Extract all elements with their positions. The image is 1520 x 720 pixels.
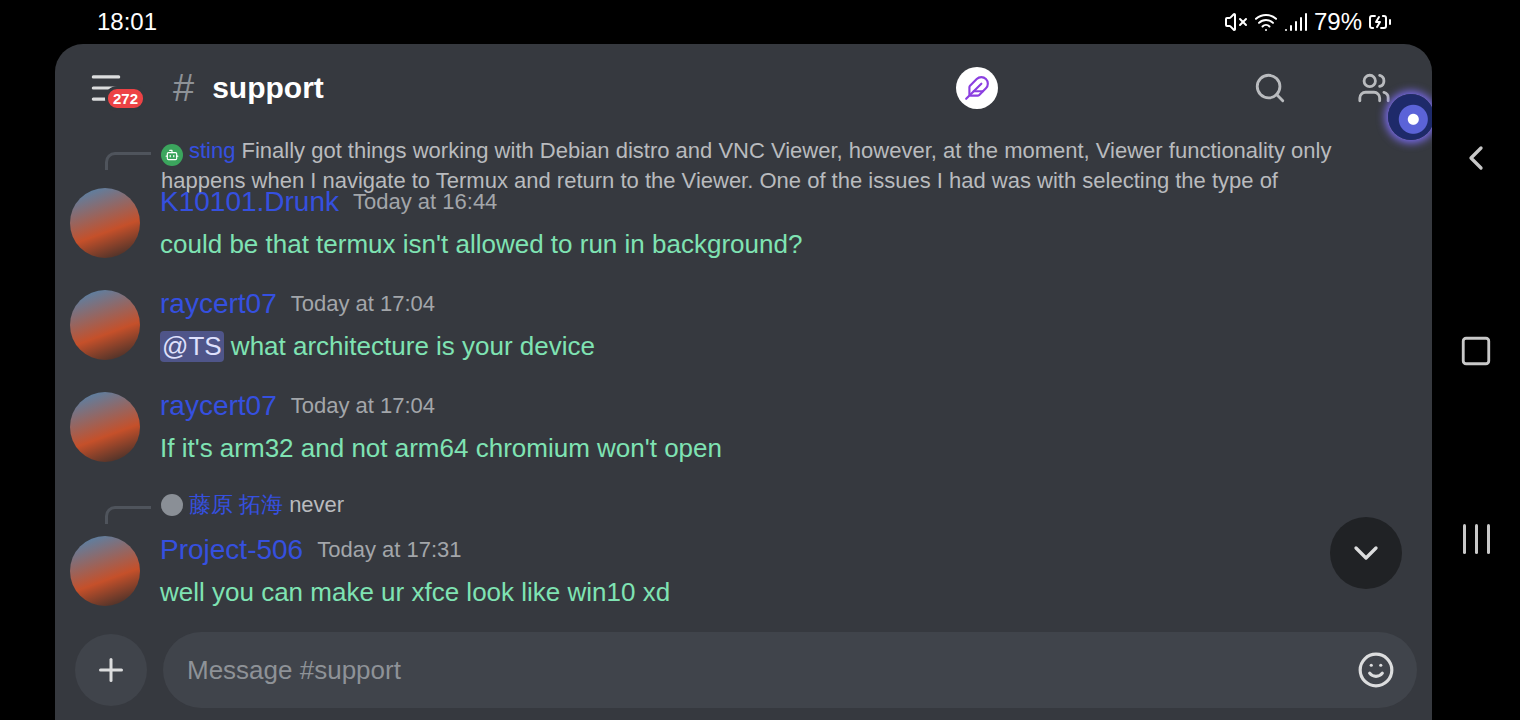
phone-screen: 18:01 79% 272 # support stingFinally got thin… [0,0,1520,720]
recents-icon[interactable] [1463,524,1490,554]
message: raycert07 Today at 17:04 @TS what architec… [55,282,1432,384]
navigation-bar [1432,0,1520,720]
message-text: could be that termux isn't allowed to ru… [160,224,802,264]
author-name[interactable]: Project-506 [160,534,303,566]
menu-button[interactable]: 272 [87,68,127,108]
feather-button[interactable] [956,67,998,109]
reply-author: sting [189,138,235,163]
channel-name: support [212,71,324,105]
reply-avatar [161,144,183,166]
reply-preview[interactable]: 藤原 拓海never [55,486,1432,528]
attach-button[interactable] [75,634,147,706]
user-avatar[interactable] [70,188,140,258]
message-field [163,632,1417,708]
text-run: If it's arm32 and not arm64 chromium won… [160,433,722,464]
floating-bubble[interactable] [1388,94,1432,140]
feather-icon [964,75,990,101]
reply-text: never [289,492,344,517]
message: K10101.Drunk Today at 16:44 could be that … [55,180,1432,282]
author-name[interactable]: raycert07 [160,288,277,320]
signal-icon [1284,10,1308,34]
message-input[interactable] [185,654,1357,687]
home-icon[interactable] [1459,334,1493,368]
scroll-down-button[interactable] [1330,517,1402,589]
reply-connector [105,506,151,524]
channel-header: 272 # support [55,44,1432,132]
chevron-down-icon [1346,533,1386,573]
reply-body: 藤原 拓海never [161,486,344,520]
search-button[interactable] [1242,71,1298,105]
emoji-icon[interactable] [1357,651,1395,689]
timestamp: Today at 16:44 [353,189,497,215]
recents-bar [1463,524,1466,554]
recents-bar [1475,524,1478,554]
message-meta: Project-506 Today at 17:31 [160,528,670,572]
text-run: could be that termux isn't allowed to ru… [160,229,802,260]
status-bar: 18:01 79% [0,0,1432,44]
message-body: raycert07 Today at 17:04 If it's arm32 and… [160,384,722,468]
plus-icon [93,652,129,688]
message-body: K10101.Drunk Today at 16:44 could be that … [160,180,802,264]
battery-level: 79% [1314,8,1362,36]
message: Project-506 Today at 17:31 well you can ma… [55,528,1432,630]
reply-author: 藤原 拓海 [189,492,283,517]
recents-bar [1487,524,1490,554]
back-icon[interactable] [1456,138,1496,178]
reply-preview[interactable]: stingFinally got things working with Deb… [55,132,1432,180]
battery-icon [1368,10,1392,34]
message-meta: raycert07 Today at 17:04 [160,384,722,428]
chat-panel: 272 # support stingFinally got things worki… [55,44,1432,720]
message-text: well you can make ur xfce look like win1… [160,572,670,612]
clock: 18:01 [97,8,157,36]
reply-text: Finally got things working with Debian d… [161,138,1331,193]
message-text: If it's arm32 and not arm64 chromium won… [160,428,722,468]
reply-connector [105,152,151,170]
message-list: stingFinally got things working with Deb… [55,132,1432,630]
header-center [342,67,1194,109]
user-avatar[interactable] [70,536,140,606]
mention[interactable]: @TS [160,331,224,362]
text-run: what architecture is your device [224,331,595,362]
message-body: raycert07 Today at 17:04 @TS what architec… [160,282,595,366]
author-name[interactable]: K10101.Drunk [160,186,339,218]
search-icon [1253,71,1287,105]
status-icons: 79% [1224,8,1392,36]
mute-icon [1224,10,1248,34]
screen: 18:01 79% 272 # support stingFinally got thin… [0,0,1432,720]
timestamp: Today at 17:04 [291,393,435,419]
message: raycert07 Today at 17:04 If it's arm32 and… [55,384,1432,486]
message-meta: raycert07 Today at 17:04 [160,282,595,326]
reply-avatar [161,494,183,516]
bot-icon [165,148,179,162]
user-avatar[interactable] [70,290,140,360]
members-icon [1357,71,1391,105]
wifi-icon [1254,10,1278,34]
message-body: Project-506 Today at 17:31 well you can ma… [160,528,670,612]
hash-icon: # [173,67,194,110]
message-text: @TS what architecture is your device [160,326,595,366]
menu-badge: 272 [105,86,146,111]
author-name[interactable]: raycert07 [160,390,277,422]
timestamp: Today at 17:04 [291,291,435,317]
composer [55,630,1432,720]
timestamp: Today at 17:31 [317,537,461,563]
message-meta: K10101.Drunk Today at 16:44 [160,180,802,224]
reply-body: stingFinally got things working with Deb… [161,132,1392,196]
user-avatar[interactable] [70,392,140,462]
text-run: well you can make ur xfce look like win1… [160,577,670,608]
